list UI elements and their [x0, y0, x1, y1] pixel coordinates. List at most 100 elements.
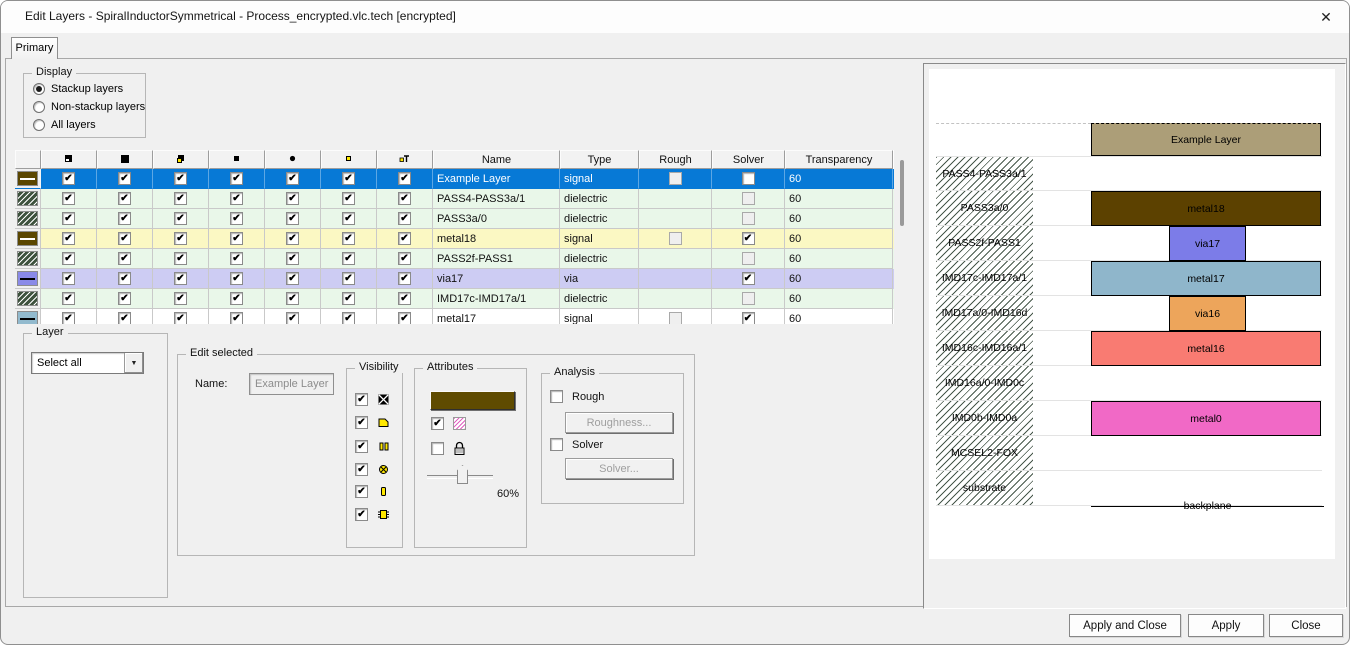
rough-checkbox[interactable]: [669, 232, 682, 245]
visibility-checkbox[interactable]: ✔: [342, 312, 355, 324]
radio-icon[interactable]: [33, 101, 45, 113]
table-row[interactable]: ✔ ✔ ✔ ✔ ✔ ✔ ✔ Example Layer signal 60: [15, 169, 894, 189]
visibility-checkbox[interactable]: ✔: [286, 172, 299, 185]
polygon-checkbox[interactable]: ✔: [355, 416, 368, 429]
solver-checkbox[interactable]: ✔: [742, 272, 755, 285]
visibility-checkbox[interactable]: ✔: [286, 232, 299, 245]
solver-checkbox[interactable]: [550, 438, 563, 451]
visibility-checkbox[interactable]: ✔: [230, 292, 243, 305]
rough-column-header[interactable]: Rough: [639, 150, 712, 169]
visibility-checkbox[interactable]: ✔: [62, 252, 75, 265]
table-row[interactable]: ✔ ✔ ✔ ✔ ✔ ✔ ✔ PASS2f-PASS1 dielectric 60: [15, 249, 894, 269]
visibility-checkbox[interactable]: ✔: [174, 252, 187, 265]
paths-checkbox[interactable]: ✔: [355, 440, 368, 453]
layer-select-combo[interactable]: Select all ▼: [31, 352, 144, 374]
radio-all-layers[interactable]: All layers: [33, 119, 96, 131]
close-icon[interactable]: ✕: [1313, 7, 1339, 27]
visibility-checkbox[interactable]: ✔: [230, 272, 243, 285]
visibility-checkbox[interactable]: ✔: [286, 212, 299, 225]
visibility-checkbox[interactable]: ✔: [62, 212, 75, 225]
visibility-checkbox[interactable]: ✔: [62, 272, 75, 285]
small-rect-column-header[interactable]: [209, 150, 265, 169]
visibility-checkbox[interactable]: ✔: [230, 192, 243, 205]
visibility-checkbox[interactable]: ✔: [342, 212, 355, 225]
chip-checkbox[interactable]: ✔: [355, 508, 368, 521]
visibility-checkbox[interactable]: ✔: [118, 212, 131, 225]
radio-icon[interactable]: [33, 83, 45, 95]
solver-button[interactable]: Solver...: [565, 458, 673, 479]
visibility-checkbox[interactable]: ✔: [118, 252, 131, 265]
visibility-checkbox[interactable]: ✔: [174, 232, 187, 245]
lock-checkbox[interactable]: [431, 442, 444, 455]
visibility-checkbox[interactable]: ✔: [118, 232, 131, 245]
visibility-checkbox[interactable]: ✔: [286, 292, 299, 305]
rough-checkbox[interactable]: [669, 312, 682, 324]
visibility-checkbox[interactable]: ✔: [286, 312, 299, 324]
visibility-checkbox[interactable]: ✔: [398, 292, 411, 305]
visibility-checkbox[interactable]: ✔: [398, 192, 411, 205]
type-column-header[interactable]: Type: [560, 150, 639, 169]
visibility-checkbox[interactable]: ✔: [286, 192, 299, 205]
via-checkbox[interactable]: ✔: [355, 485, 368, 498]
table-row[interactable]: ✔ ✔ ✔ ✔ ✔ ✔ ✔ IMD17c-IMD17a/1 dielectric…: [15, 289, 894, 309]
preview-layer-metal18[interactable]: metal18: [1091, 191, 1321, 226]
visibility-checkbox[interactable]: ✔: [230, 212, 243, 225]
visibility-checkbox[interactable]: ✔: [230, 252, 243, 265]
visibility-checkbox[interactable]: ✔: [62, 172, 75, 185]
visibility-checkbox[interactable]: ✔: [118, 272, 131, 285]
solver-checkbox[interactable]: [742, 212, 755, 225]
roughness-button[interactable]: Roughness...: [565, 412, 673, 433]
solver-checkbox[interactable]: [742, 192, 755, 205]
name-column-header[interactable]: Name: [433, 150, 560, 169]
visibility-checkbox[interactable]: ✔: [342, 192, 355, 205]
visibility-checkbox[interactable]: ✔: [342, 252, 355, 265]
preview-layer-via17[interactable]: via17: [1169, 226, 1246, 261]
apply-button[interactable]: Apply: [1188, 614, 1264, 637]
filled-shapes-checkbox[interactable]: ✔: [355, 393, 368, 406]
visibility-checkbox[interactable]: ✔: [398, 172, 411, 185]
visibility-checkbox[interactable]: ✔: [398, 272, 411, 285]
chevron-down-icon[interactable]: ▼: [124, 353, 143, 373]
visibility-checkbox[interactable]: ✔: [398, 312, 411, 324]
preview-layer-example[interactable]: Example Layer: [1091, 123, 1321, 156]
table-row[interactable]: ✔ ✔ ✔ ✔ ✔ ✔ ✔ via17 via ✔ 60: [15, 269, 894, 289]
radio-stackup-layers[interactable]: Stackup layers: [33, 83, 123, 95]
layer-name-field[interactable]: Example Layer: [249, 373, 334, 395]
close-button[interactable]: Close: [1269, 614, 1343, 637]
solver-column-header[interactable]: Solver: [712, 150, 785, 169]
solver-checkbox[interactable]: [742, 252, 755, 265]
apply-and-close-button[interactable]: Apply and Close: [1069, 614, 1181, 637]
visibility-checkbox[interactable]: ✔: [118, 172, 131, 185]
visibility-checkbox[interactable]: ✔: [230, 232, 243, 245]
visibility-checkbox[interactable]: ✔: [174, 192, 187, 205]
rough-checkbox[interactable]: [669, 172, 682, 185]
visibility-checkbox[interactable]: ✔: [230, 172, 243, 185]
circle-checkbox[interactable]: ✔: [355, 463, 368, 476]
path-column-header[interactable]: [153, 150, 209, 169]
visibility-checkbox[interactable]: ✔: [174, 172, 187, 185]
tab-primary[interactable]: Primary: [11, 37, 58, 59]
radio-non-stackup-layers[interactable]: Non-stackup layers: [33, 101, 145, 113]
visibility-checkbox[interactable]: ✔: [342, 232, 355, 245]
label-text-column-header[interactable]: [377, 150, 433, 169]
visibility-checkbox[interactable]: ✔: [342, 172, 355, 185]
table-row[interactable]: ✔ ✔ ✔ ✔ ✔ ✔ ✔ PASS4-PASS3a/1 dielectric …: [15, 189, 894, 209]
preview-layer-metal17[interactable]: metal17: [1091, 261, 1321, 296]
visibility-checkbox[interactable]: ✔: [174, 272, 187, 285]
visibility-checkbox[interactable]: ✔: [118, 292, 131, 305]
table-scrollbar[interactable]: [900, 160, 904, 226]
visibility-checkbox[interactable]: ✔: [342, 292, 355, 305]
visibility-checkbox[interactable]: ✔: [62, 312, 75, 324]
visibility-checkbox[interactable]: ✔: [398, 212, 411, 225]
transparency-slider-thumb[interactable]: [457, 465, 468, 484]
preview-layer-via16[interactable]: via16: [1169, 296, 1246, 331]
visibility-checkbox[interactable]: ✔: [62, 292, 75, 305]
dot-column-header[interactable]: [265, 150, 321, 169]
fill-pattern-checkbox[interactable]: ✔: [431, 417, 444, 430]
preview-layer-metal16[interactable]: metal16: [1091, 331, 1321, 366]
visibility-checkbox[interactable]: ✔: [398, 232, 411, 245]
visibility-checkbox[interactable]: ✔: [230, 312, 243, 324]
radio-icon[interactable]: [33, 119, 45, 131]
swatch-column-header[interactable]: [15, 150, 41, 169]
pin-column-header[interactable]: [321, 150, 377, 169]
